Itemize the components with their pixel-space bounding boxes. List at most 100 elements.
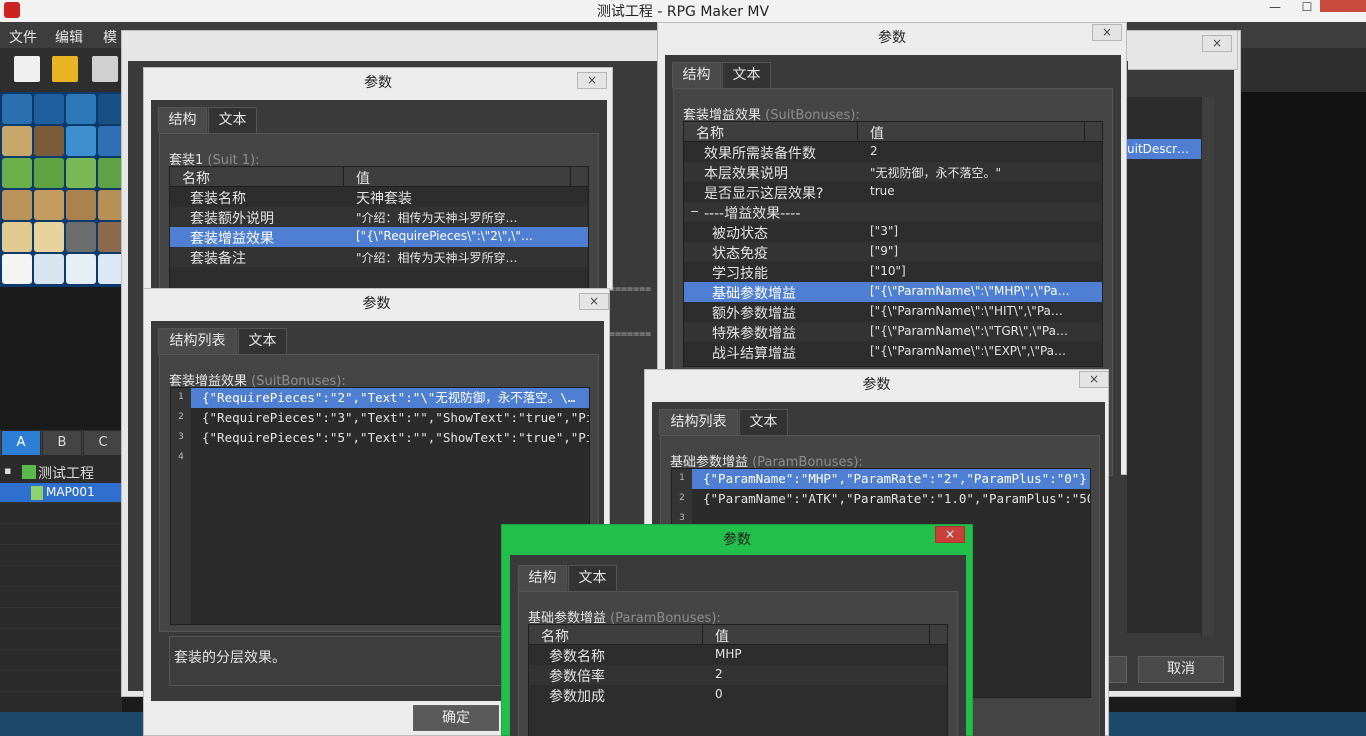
- list-item[interactable]: {"RequirePieces":"5","Text":"","ShowText…: [191, 428, 589, 448]
- ok-button[interactable]: 确定: [413, 705, 499, 731]
- tile-lake[interactable]: [66, 126, 96, 156]
- palette-tab-b[interactable]: B: [42, 430, 82, 456]
- tile-snow[interactable]: [2, 254, 32, 284]
- table-row[interactable]: 套装名称 天神套装: [170, 187, 588, 207]
- list-item[interactable]: {"ParamName":"ATK","ParamRate":"1.0","Pa…: [692, 489, 1090, 509]
- plugin-manager-window: ×: [1128, 30, 1238, 70]
- tile-cliff[interactable]: [66, 222, 96, 252]
- table-row[interactable]: 套装额外说明 "介绍：相传为天神斗罗所穿…: [170, 207, 588, 227]
- table-row[interactable]: 套装备注 "介绍：相传为天神斗罗所穿…: [170, 247, 588, 267]
- map-canvas[interactable]: [1236, 92, 1366, 712]
- tab-structure[interactable]: 结构: [672, 62, 721, 88]
- table-row[interactable]: 被动状态 ["3"]: [684, 222, 1102, 242]
- table-row[interactable]: 学习技能 ["10"]: [684, 262, 1102, 282]
- row-value: 天神套装: [356, 191, 412, 207]
- tile-dirt[interactable]: [2, 190, 32, 220]
- tile-whirlpool[interactable]: [98, 126, 122, 156]
- menu-mode[interactable]: 模: [103, 27, 117, 47]
- header-value: 值: [870, 126, 884, 142]
- tile-water-deep[interactable]: [34, 94, 64, 124]
- row-value: ["{\"ParamName\":\"MHP\",\"Pa…: [870, 284, 1070, 298]
- menu-edit[interactable]: 编辑: [55, 27, 83, 47]
- table-row[interactable]: 状态免疫 ["9"]: [684, 242, 1102, 262]
- dialog-close-button[interactable]: ×: [1079, 371, 1109, 388]
- table-row[interactable]: 战斗结算增益 ["{\"ParamName\":\"EXP\",\"Pa…: [684, 342, 1102, 362]
- table-row[interactable]: 参数名称 MHP: [529, 645, 947, 665]
- tab-text[interactable]: 文本: [208, 107, 257, 133]
- tab-text[interactable]: 文本: [739, 409, 788, 435]
- tile-grass-2[interactable]: [34, 158, 64, 188]
- table-row[interactable]: 特殊参数增益 ["{\"ParamName\":\"TGR\",\"Pa…: [684, 322, 1102, 342]
- dialog-close-button[interactable]: ×: [577, 72, 607, 89]
- palette-tab-a[interactable]: A: [1, 430, 41, 456]
- tile-water[interactable]: [2, 94, 32, 124]
- save-project-icon[interactable]: [92, 56, 118, 82]
- table-row[interactable]: 参数加成 0: [529, 685, 947, 705]
- table-row[interactable]: 参数倍率 2: [529, 665, 947, 685]
- list-item[interactable]: [191, 448, 589, 468]
- table-row[interactable]: 是否显示这层效果? true: [684, 182, 1102, 202]
- tree-map-row[interactable]: MAP001: [0, 483, 122, 503]
- tile-snow-3[interactable]: [66, 254, 96, 284]
- map-icon: [31, 486, 43, 500]
- tab-text[interactable]: 文本: [722, 62, 771, 88]
- tab-text[interactable]: 文本: [238, 328, 287, 354]
- tile-desert[interactable]: [2, 222, 32, 252]
- header-value: 值: [715, 629, 729, 645]
- tile-snow-2[interactable]: [34, 254, 64, 284]
- header-divider: [702, 625, 703, 645]
- list-item-selected[interactable]: {"RequirePieces":"2","Text":"\"无视防御，永不落空…: [191, 388, 589, 408]
- table-row-selected[interactable]: 基础参数增益 ["{\"ParamName\":\"MHP\",\"Pa…: [684, 282, 1102, 302]
- minimize-button[interactable]: —: [1262, 0, 1288, 14]
- tile-dirt-2[interactable]: [34, 190, 64, 220]
- tile-rock[interactable]: [34, 126, 64, 156]
- dialog-close-button[interactable]: ×: [1092, 24, 1122, 41]
- tileset-palette[interactable]: [0, 92, 122, 287]
- header-divider: [1084, 122, 1085, 142]
- tile-sand[interactable]: [2, 126, 32, 156]
- dialog-close-button[interactable]: ×: [579, 293, 609, 310]
- tab-text[interactable]: 文本: [568, 565, 617, 591]
- plugin-manager-close-button[interactable]: ×: [1202, 35, 1232, 52]
- tree-empty-row: [0, 525, 122, 545]
- tree-collapse-icon[interactable]: ▪: [4, 464, 11, 477]
- ok-button-partial[interactable]: [1107, 656, 1127, 683]
- plugin-list-scrollbar[interactable]: [1201, 97, 1214, 637]
- tile-water-dark[interactable]: [98, 94, 122, 124]
- tile-snow-4[interactable]: [98, 254, 122, 284]
- dialog-close-button[interactable]: ×: [935, 526, 965, 543]
- tile-grass[interactable]: [2, 158, 32, 188]
- tile-desert-2[interactable]: [34, 222, 64, 252]
- app-close-button[interactable]: [1320, 0, 1366, 12]
- tile-cliff-2[interactable]: [98, 222, 122, 252]
- tab-structure[interactable]: 结构: [518, 565, 567, 591]
- table-row[interactable]: 额外参数增益 ["{\"ParamName\":\"HIT\",\"Pa…: [684, 302, 1102, 322]
- tile-grass-4[interactable]: [98, 158, 122, 188]
- list-item-selected[interactable]: {"ParamName":"MHP","ParamRate":"2","Para…: [692, 469, 1090, 489]
- list-item[interactable]: {"RequirePieces":"3","Text":"","ShowText…: [191, 408, 589, 428]
- new-project-icon[interactable]: [14, 56, 40, 82]
- project-icon: [22, 465, 36, 479]
- header-divider: [857, 122, 858, 142]
- tab-structure[interactable]: 结构: [158, 107, 207, 133]
- table-row-selected[interactable]: 套装增益效果 ["{\"RequirePieces\":\"2\",\"…: [170, 227, 588, 247]
- tab-struct-list[interactable]: 结构列表: [158, 328, 237, 354]
- menu-file[interactable]: 文件: [9, 27, 37, 47]
- cancel-button[interactable]: 取消: [1138, 656, 1224, 683]
- palette-tab-c[interactable]: C: [83, 430, 123, 456]
- maximize-button[interactable]: ☐: [1294, 0, 1320, 14]
- tile-dirt-3[interactable]: [66, 190, 96, 220]
- table-group-row[interactable]: − ----增益效果----: [684, 202, 1102, 222]
- collapse-icon[interactable]: −: [690, 205, 699, 218]
- tile-dirt-4[interactable]: [98, 190, 122, 220]
- table-row[interactable]: 效果所需装备件数 2: [684, 142, 1102, 162]
- row-name: 参数名称: [549, 649, 605, 665]
- tile-water-rocks[interactable]: [66, 94, 96, 124]
- table-row[interactable]: 本层效果说明 "无视防御，永不落空。": [684, 162, 1102, 182]
- plugin-list-selected[interactable]: uitDescr…: [1127, 139, 1201, 159]
- open-project-icon[interactable]: [52, 56, 78, 82]
- tree-project-row[interactable]: ▪ 测试工程: [0, 462, 122, 482]
- row-name: ----增益效果----: [704, 206, 801, 222]
- tile-grass-3[interactable]: [66, 158, 96, 188]
- tab-struct-list[interactable]: 结构列表: [659, 409, 738, 435]
